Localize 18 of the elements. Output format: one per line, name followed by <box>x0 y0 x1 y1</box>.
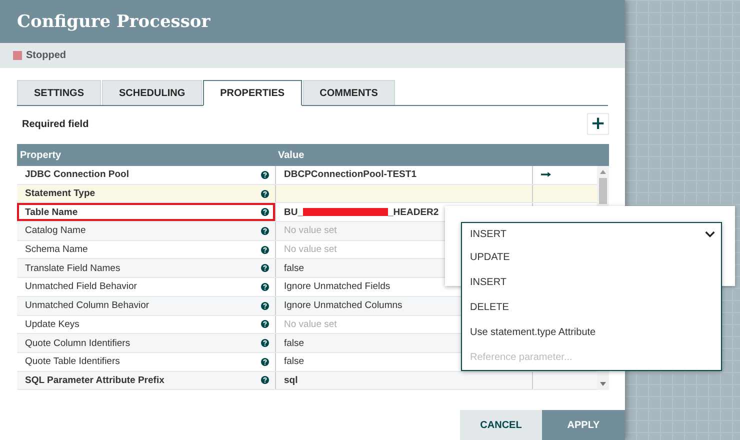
property-name: Unmatched Field Behavior <box>25 281 137 292</box>
property-name: Update Keys <box>25 318 80 330</box>
property-name: Table Name <box>25 206 78 218</box>
property-name: Statement Type <box>25 188 96 200</box>
property-name: JDBC Connection Pool <box>25 169 129 180</box>
column-header: Value <box>277 150 304 160</box>
dialog-title: Configure Processor <box>17 12 210 32</box>
required-field-label: Required field <box>21 118 89 130</box>
column-header: Property <box>19 150 62 160</box>
property-name: Unmatched Column Behavior <box>25 300 150 312</box>
status-label: Stopped <box>26 50 66 61</box>
property-name: Schema Name <box>25 244 88 256</box>
property-name: Catalog Name <box>25 225 86 236</box>
property-name: Quote Column Identifiers <box>25 338 130 349</box>
property-name: SQL Parameter Attribute Prefix <box>25 374 164 386</box>
select-value: INSERT <box>470 228 506 240</box>
property-name: Quote Table Identifiers <box>25 356 120 368</box>
property-name: Translate Field Names <box>25 262 120 274</box>
